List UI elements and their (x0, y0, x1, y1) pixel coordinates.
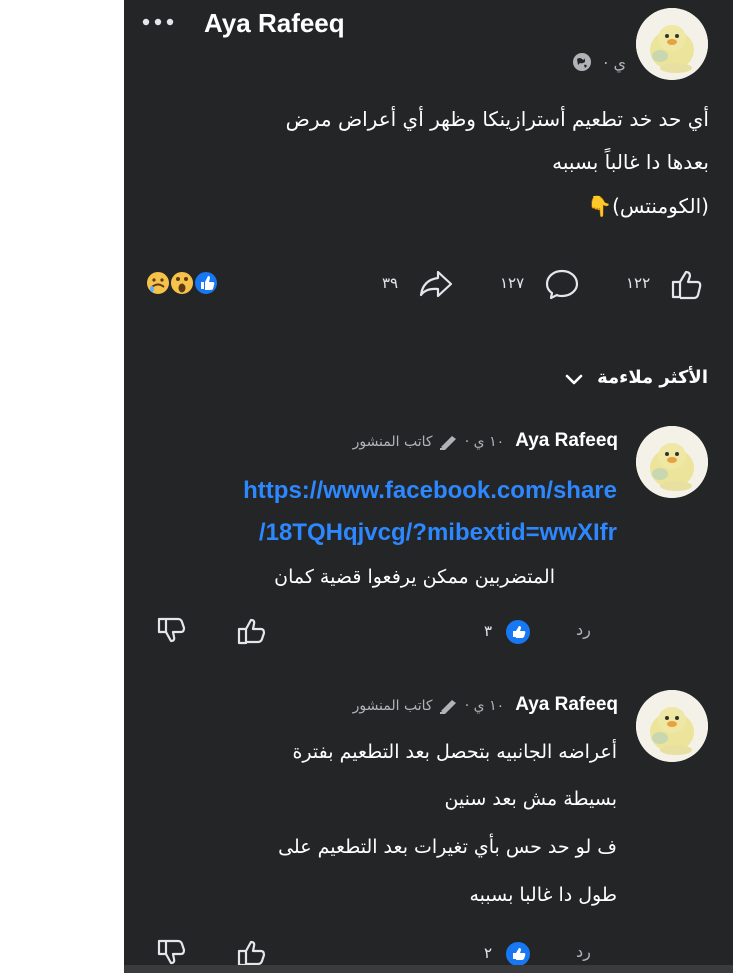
post-text-line-2: بعدها دا غالباً بسببه (552, 150, 709, 174)
comment-icon (545, 269, 579, 300)
post-text-line-3: (الكومنتس)👇 (587, 194, 709, 218)
post-meta: ي · (546, 52, 626, 76)
post-time: ي · (603, 53, 626, 73)
comment-2-text-line-1: أعراضه الجانبيه بتحصل بعد التطعيم بفترة (292, 741, 617, 763)
comment-1-header: Aya Rafeeq ١٠ ي · كاتب المنشور (353, 430, 618, 458)
pencil-icon (439, 699, 456, 714)
reactions-summary[interactable] (144, 265, 244, 301)
comment-2-header: Aya Rafeeq ١٠ ي · كاتب المنشور (353, 694, 618, 722)
sort-label: الأكثر ملاءمة (597, 367, 708, 388)
like-button[interactable]: ١٢٢ (626, 266, 712, 302)
pencil-icon (439, 435, 456, 450)
comment-2-text-line-2: بسيطة مش بعد سنين (444, 788, 617, 810)
post-text-line-1: أي حد خد تطعيم أسترازينكا وظهر أي أعراض … (285, 107, 709, 131)
bottom-divider (124, 965, 733, 973)
comment-2-text-line-3: ف لو حد حس بأي تغيرات بعد التطعيم على (278, 836, 617, 858)
comment-1-link-line-1[interactable]: https://www.facebook.com/share (243, 470, 617, 512)
comment-2-reaction-count: ٢ (484, 944, 493, 962)
post-panel: Aya Rafeeq ي · أي حد خد تطعيم أسترازينكا… (124, 0, 733, 973)
comment-1-avatar[interactable] (636, 426, 708, 498)
comment-2-author[interactable]: Aya Rafeeq (515, 694, 618, 715)
comments-count: ١٢٧ (500, 274, 525, 292)
sort-dropdown[interactable]: الأكثر ملاءمة (528, 362, 708, 394)
like-icon (671, 270, 702, 300)
duck-avatar-icon (636, 690, 708, 762)
post-author-name[interactable]: Aya Rafeeq (204, 6, 345, 40)
dislike-icon[interactable] (156, 938, 188, 968)
share-button[interactable]: ٣٩ (382, 266, 458, 302)
comment-1-like-badge (504, 618, 532, 646)
share-icon (419, 270, 453, 298)
duck-avatar-icon (636, 8, 708, 80)
comment-2-like-badge (504, 940, 532, 968)
more-options-icon[interactable] (140, 14, 180, 30)
post-author-avatar[interactable] (636, 8, 708, 80)
comment-2-text-line-4: طول دا غالبا بسببه (469, 884, 617, 906)
comment-1-reply-button[interactable]: رد (576, 620, 591, 639)
comment-1-time: ١٠ ي · (464, 434, 505, 450)
like-icon[interactable] (236, 616, 268, 646)
comment-1-author[interactable]: Aya Rafeeq (515, 430, 618, 451)
like-icon[interactable] (236, 938, 268, 968)
comment-1-link-line-2[interactable]: /18TQHqjvcg/?mibextid=wwXIfr (259, 512, 617, 554)
comment-2-reply-button[interactable]: رد (576, 942, 591, 961)
comment-1-reaction-count: ٣ (484, 622, 493, 640)
comment-2-avatar[interactable] (636, 690, 708, 762)
globe-icon (572, 52, 592, 76)
shares-count: ٣٩ (382, 274, 399, 292)
comment-2-author-badge: كاتب المنشور (352, 698, 433, 714)
comment-1-text-line-1: المتضربين ممكن يرفعوا قضية كمان (274, 566, 555, 588)
comment-1-author-badge: كاتب المنشور (352, 434, 433, 450)
chevron-down-icon (565, 374, 583, 384)
comment-button[interactable]: ١٢٧ (500, 266, 586, 302)
comment-1-actions: ٣ رد (124, 612, 733, 652)
likes-count: ١٢٢ (626, 274, 651, 292)
dislike-icon[interactable] (156, 616, 188, 646)
duck-avatar-icon (636, 426, 708, 498)
comment-2-time: ١٠ ي · (464, 698, 505, 714)
